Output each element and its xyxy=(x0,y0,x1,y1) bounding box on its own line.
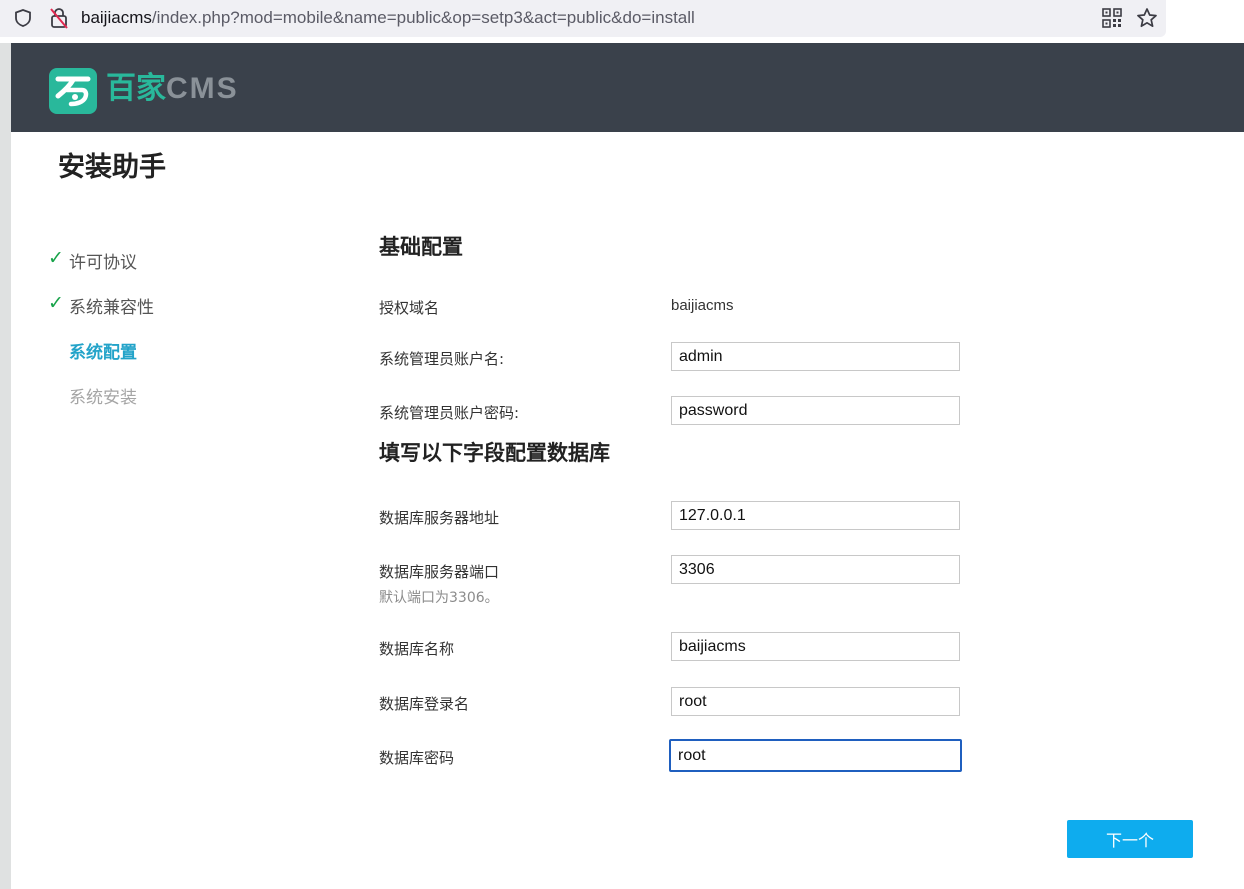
url-host: baijiacms xyxy=(81,8,152,27)
admin-password-label: 系统管理员账户密码: xyxy=(379,404,520,422)
db-port-input[interactable] xyxy=(671,555,960,584)
page-left-border xyxy=(0,43,11,889)
db-password-label: 数据库密码 xyxy=(379,749,455,767)
step-license: 许可协议 xyxy=(69,253,137,273)
db-port-hint: 默认端口为3306。 xyxy=(379,590,499,606)
logo-cn: 百家 xyxy=(106,72,166,105)
bookmark-star-icon[interactable] xyxy=(1136,7,1158,29)
insecure-lock-icon[interactable] xyxy=(49,7,69,29)
site-header: 百家CMS xyxy=(11,43,1244,132)
admin-username-label: 系统管理员账户名: xyxy=(379,350,505,368)
database-config-heading: 填写以下字段配置数据库 xyxy=(379,441,610,465)
check-icon: ✓ xyxy=(48,247,64,269)
domain-value: baijiacms xyxy=(671,297,734,314)
next-button[interactable]: 下一个 xyxy=(1067,820,1193,858)
check-icon: ✓ xyxy=(48,292,64,314)
page-title: 安装助手 xyxy=(58,152,166,183)
db-port-label: 数据库服务器端口 xyxy=(379,563,500,581)
admin-username-input[interactable] xyxy=(671,342,960,371)
logo-en: CMS xyxy=(166,72,239,105)
db-name-label: 数据库名称 xyxy=(379,640,455,658)
db-host-input[interactable] xyxy=(671,501,960,530)
admin-password-input[interactable] xyxy=(671,396,960,425)
qr-code-icon[interactable] xyxy=(1102,8,1122,28)
step-install: 系统安装 xyxy=(69,388,137,408)
db-user-input[interactable] xyxy=(671,687,960,716)
address-bar[interactable]: baijiacms/index.php?mod=mobile&name=publ… xyxy=(0,0,1166,37)
domain-label: 授权域名 xyxy=(379,299,440,317)
db-user-label: 数据库登录名 xyxy=(379,695,470,713)
basic-config-heading: 基础配置 xyxy=(379,235,463,259)
step-compatibility: 系统兼容性 xyxy=(69,298,154,318)
db-host-label: 数据库服务器地址 xyxy=(379,509,500,527)
url-path: /index.php?mod=mobile&name=public&op=set… xyxy=(151,8,695,27)
logo-text: 百家CMS xyxy=(106,71,239,107)
step-config: 系统配置 xyxy=(69,343,137,363)
db-password-input[interactable] xyxy=(669,739,962,772)
url-text[interactable]: baijiacms/index.php?mod=mobile&name=publ… xyxy=(81,8,695,28)
shield-icon[interactable] xyxy=(13,8,33,28)
db-name-input[interactable] xyxy=(671,632,960,661)
baijia-logo-icon xyxy=(49,68,97,114)
